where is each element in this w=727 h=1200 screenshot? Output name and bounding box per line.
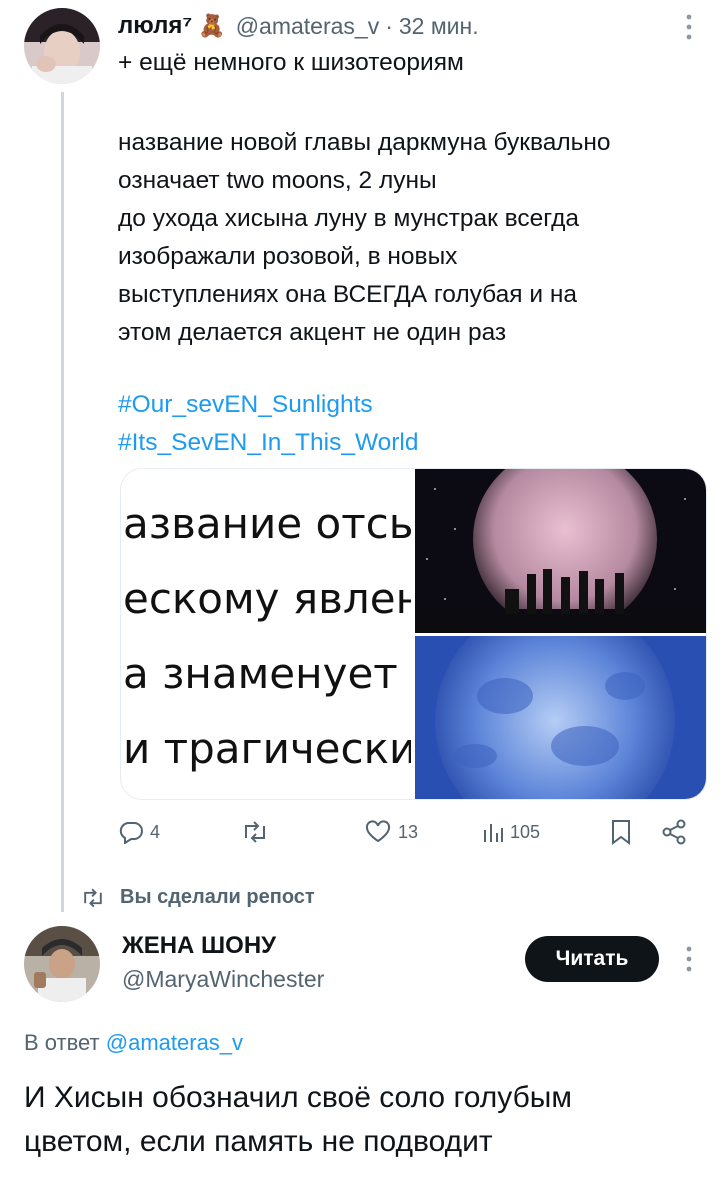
tweet-body: + ещё немного к шизотеориям название нов… [118,44,708,462]
more-options-icon[interactable] [682,12,696,42]
reply-author-avatar[interactable] [24,926,100,1002]
in-reply-handle[interactable]: @amateras_v [106,1030,243,1055]
tweet-header: люля⁷ 🧸 @amateras_v · 32 мин. [118,8,479,44]
share-icon[interactable] [660,818,688,851]
reply-icon [119,822,143,844]
like-button[interactable]: 13 [364,820,418,844]
retweet-icon [84,888,102,907]
media-text-line: азвание отсыл [123,499,411,548]
blue-moon-image[interactable] [415,636,706,799]
repost-banner: Вы сделали репост [80,886,315,909]
in-reply-prefix: В ответ [24,1030,100,1055]
hashtag-link[interactable]: #Our_sevEN_Sunlights [118,386,708,424]
reply-body: И Хисын обозначил своё соло голубым цвет… [24,1076,704,1164]
author-handle[interactable]: @amateras_v [236,13,380,40]
retweet-icon [245,821,265,843]
tweet-line: + ещё немного к шизотеориям [118,49,464,76]
in-reply-to: В ответ @amateras_v [24,1030,243,1056]
media-text-image[interactable]: азвание отсыл ескому явлени а знаменует … [121,469,411,799]
media-text-line: ескому явлени [123,574,411,623]
reply-author-name[interactable]: ЖЕНА ШОНУ [122,932,276,960]
repost-banner-text: Вы сделали репост [120,886,315,908]
media-text-line: а знаменует п [123,649,411,698]
tweet-line: название новой главы даркмуна буквально [118,129,611,156]
teddy-bear-icon: 🧸 [198,13,226,38]
tweet-line: выступлениях она ВСЕГДА голубая и на [118,281,577,308]
tweet-time[interactable]: 32 мин. [399,13,479,40]
views-button[interactable]: 105 [482,820,540,844]
reply-count: 4 [150,821,161,842]
tweet-line: изображали розовой, в новых [118,243,458,270]
follow-button[interactable]: Читать [525,936,659,982]
separator-dot: · [385,12,393,39]
views-count: 105 [510,821,541,842]
reply-more-options-icon[interactable] [682,944,696,974]
reply-author-handle[interactable]: @MaryaWinchester [122,966,324,993]
reply-line: цветом, если память не подводит [24,1125,493,1158]
bookmark-icon[interactable] [610,818,632,851]
author-name[interactable]: люля⁷ [118,12,192,40]
author-avatar[interactable] [24,8,100,84]
heart-icon [365,820,391,843]
reply-line: И Хисын обозначил своё соло голубым [24,1081,572,1114]
reply-button[interactable]: 4 [118,820,160,844]
retweet-button[interactable] [240,820,276,844]
tweet-line: означает two moons, 2 луны [118,167,437,194]
tweet-line: до ухода хисына луну в мунстрак всегда [118,205,580,232]
tweet-media[interactable]: азвание отсыл ескому явлени а знаменует … [120,468,707,800]
media-text-line: и трагически [123,724,411,773]
hashtag-link[interactable]: #Its_SevEN_In_This_World [118,424,708,462]
like-count: 13 [398,821,419,842]
pink-moon-image[interactable] [415,469,706,633]
tweet-line: этом делается акцент не один раз [118,319,507,346]
views-chart-icon [484,824,503,842]
thread-connector-line [61,92,64,912]
